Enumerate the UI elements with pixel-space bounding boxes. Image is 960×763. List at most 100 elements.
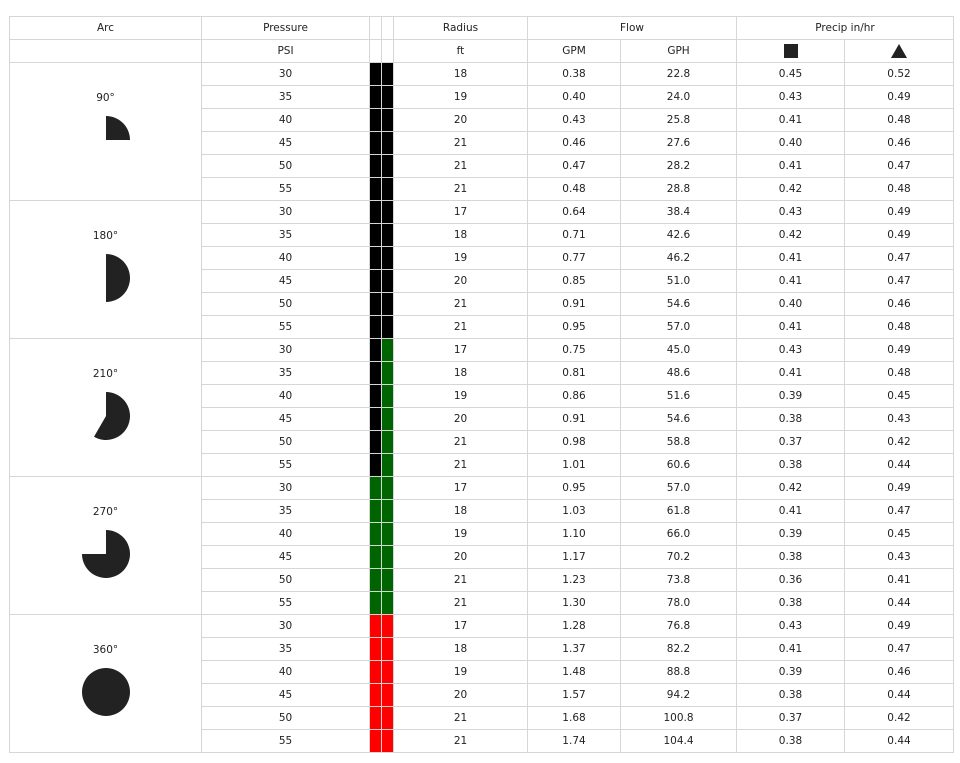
psi-cell: 40 [201, 108, 370, 132]
psi-cell: 55 [201, 315, 370, 339]
radius-cell: 18 [393, 62, 528, 86]
square-precip-cell: 0.45 [736, 62, 845, 86]
gpm-cell: 1.28 [527, 614, 621, 638]
gph-cell: 82.2 [620, 637, 737, 661]
triangle-precip-cell: 0.44 [844, 591, 954, 615]
color-bar-right [381, 131, 394, 155]
square-precip-cell: 0.43 [736, 200, 845, 224]
table-row: 270° 30 17 0.95 57.0 0.42 0.49 [9, 476, 954, 615]
gph-cell: 28.8 [620, 177, 737, 201]
psi-cell: 40 [201, 522, 370, 546]
color-bar-right [381, 108, 394, 132]
table-body: 90° 30 18 0.38 22.8 0.45 0.52 35 19 0.40 24.0 0.43 0… [9, 62, 954, 753]
color-bar-right [381, 591, 394, 615]
color-bar-right [381, 384, 394, 408]
radius-cell: 19 [393, 246, 528, 270]
gpm-cell: 1.23 [527, 568, 621, 592]
triangle-precip-subheader [844, 39, 954, 63]
gpm-cell: 0.38 [527, 62, 621, 86]
gpm-cell: 1.37 [527, 637, 621, 661]
radius-cell: 21 [393, 591, 528, 615]
color-bar-left [369, 683, 382, 707]
gph-cell: 78.0 [620, 591, 737, 615]
square-precip-cell: 0.37 [736, 706, 845, 730]
square-precip-cell: 0.42 [736, 177, 845, 201]
color-bar-left [369, 660, 382, 684]
square-precip-cell: 0.38 [736, 591, 845, 615]
triangle-precip-cell: 0.44 [844, 453, 954, 477]
square-precip-cell: 0.39 [736, 384, 845, 408]
arc-label: 180° [92, 229, 119, 242]
gph-cell: 104.4 [620, 729, 737, 753]
color-bar-left [369, 453, 382, 477]
triangle-precip-cell: 0.47 [844, 154, 954, 178]
radius-cell: 19 [393, 85, 528, 109]
color-bar-left [369, 269, 382, 293]
gpm-cell: 0.86 [527, 384, 621, 408]
psi-cell: 55 [201, 591, 370, 615]
triangle-precip-cell: 0.49 [844, 200, 954, 224]
triangle-precip-cell: 0.46 [844, 660, 954, 684]
gpm-cell: 0.95 [527, 315, 621, 339]
triangle-precip-cell: 0.47 [844, 637, 954, 661]
arc-90-icon [105, 115, 130, 140]
color-bar-right [381, 637, 394, 661]
radius-cell: 21 [393, 706, 528, 730]
psi-cell: 55 [201, 177, 370, 201]
gph-subheader: GPH [620, 39, 737, 63]
triangle-precip-cell: 0.47 [844, 499, 954, 523]
gpm-cell: 0.48 [527, 177, 621, 201]
square-precip-cell: 0.38 [736, 407, 845, 431]
color-bar-left [369, 430, 382, 454]
square-precip-cell: 0.41 [736, 108, 845, 132]
radius-cell: 20 [393, 108, 528, 132]
arc-subheader [9, 39, 202, 63]
color-bar-left [369, 729, 382, 753]
color-bar-left [369, 407, 382, 431]
radius-cell: 19 [393, 384, 528, 408]
color-bar-right [381, 568, 394, 592]
psi-cell: 45 [201, 407, 370, 431]
color-bar-right [381, 407, 394, 431]
radius-cell: 17 [393, 200, 528, 224]
psi-cell: 45 [201, 269, 370, 293]
color-bar-left [369, 315, 382, 339]
radius-cell: 20 [393, 269, 528, 293]
psi-cell: 50 [201, 568, 370, 592]
gph-cell: 100.8 [620, 706, 737, 730]
gpm-cell: 0.75 [527, 338, 621, 362]
arc-shape [105, 253, 130, 302]
triangle-precip-cell: 0.48 [844, 108, 954, 132]
arc-label: 210° [92, 367, 119, 380]
square-precip-cell: 0.41 [736, 246, 845, 270]
table-row: 180° 30 17 0.64 38.4 0.43 0.49 [9, 200, 954, 339]
square-precip-cell: 0.37 [736, 430, 845, 454]
radius-header: Radius [393, 16, 528, 40]
gpm-cell: 1.01 [527, 453, 621, 477]
gph-cell: 57.0 [620, 476, 737, 500]
radius-cell: 17 [393, 338, 528, 362]
gpm-cell: 0.95 [527, 476, 621, 500]
color-bar-right [381, 430, 394, 454]
color-bar-right [381, 338, 394, 362]
radius-cell: 20 [393, 545, 528, 569]
psi-cell: 30 [201, 614, 370, 638]
gpm-cell: 0.46 [527, 131, 621, 155]
radius-cell: 18 [393, 499, 528, 523]
color-bar-right [381, 85, 394, 109]
psi-cell: 30 [201, 338, 370, 362]
gph-cell: 28.2 [620, 154, 737, 178]
triangle-precip-cell: 0.49 [844, 476, 954, 500]
radius-cell: 17 [393, 476, 528, 500]
table-row: 210° 30 17 0.75 45.0 0.43 0.49 [9, 338, 954, 477]
gph-cell: 60.6 [620, 453, 737, 477]
psi-cell: 50 [201, 154, 370, 178]
square-precip-cell: 0.38 [736, 453, 845, 477]
gph-cell: 51.6 [620, 384, 737, 408]
color-bar-right [381, 522, 394, 546]
gph-cell: 38.4 [620, 200, 737, 224]
gph-cell: 22.8 [620, 62, 737, 86]
color-bar-left [369, 476, 382, 500]
triangle-precip-cell: 0.45 [844, 522, 954, 546]
radius-cell: 20 [393, 407, 528, 431]
